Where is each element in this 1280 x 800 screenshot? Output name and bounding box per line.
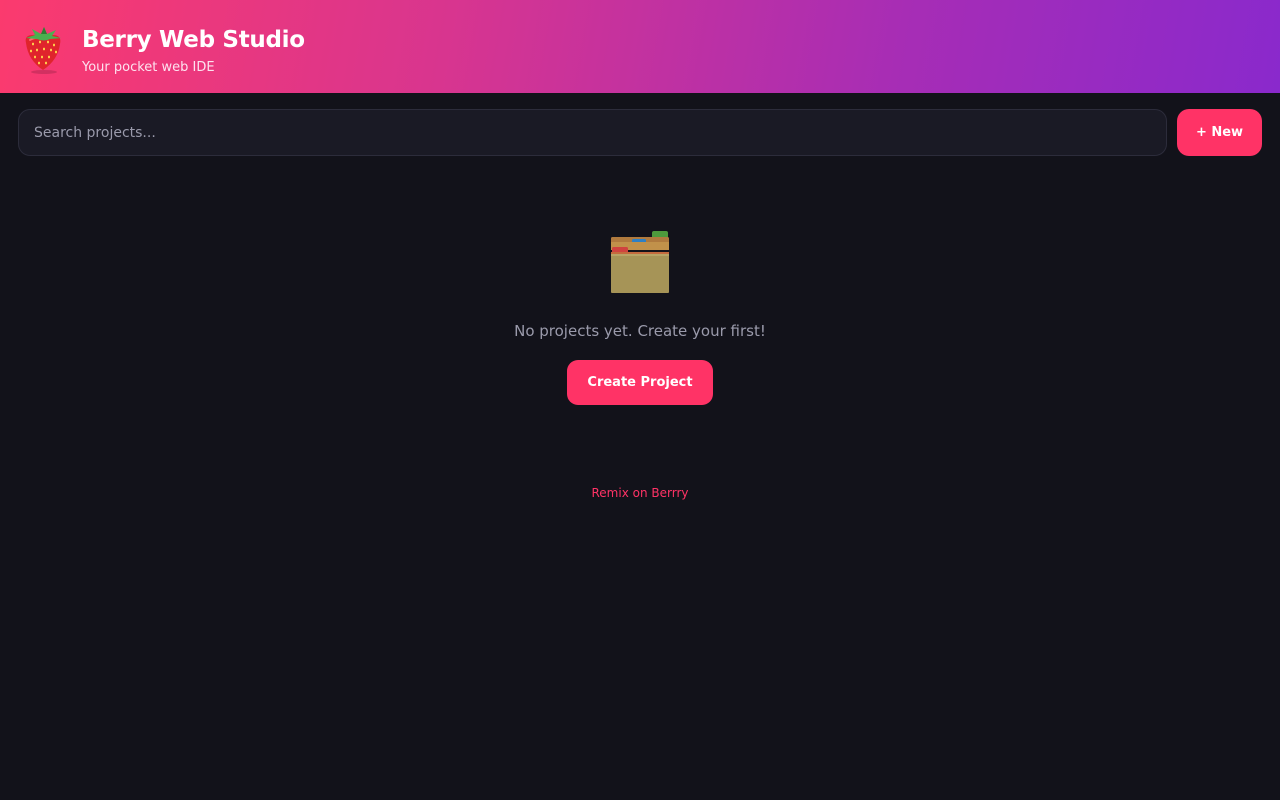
search-input[interactable] — [18, 109, 1167, 156]
empty-state-message: No projects yet. Create your first! — [514, 322, 766, 340]
app-subtitle: Your pocket web IDE — [82, 60, 215, 75]
card-index-dividers-icon — [611, 231, 669, 293]
strawberry-icon — [25, 27, 61, 74]
app-header: Berry Web Studio Your pocket web IDE — [0, 0, 1280, 93]
remix-link[interactable]: Remix on Berrry — [0, 486, 1280, 500]
app-title: Berry Web Studio — [82, 27, 305, 53]
new-project-button[interactable]: + New — [1177, 109, 1262, 156]
create-project-button[interactable]: Create Project — [567, 360, 713, 405]
